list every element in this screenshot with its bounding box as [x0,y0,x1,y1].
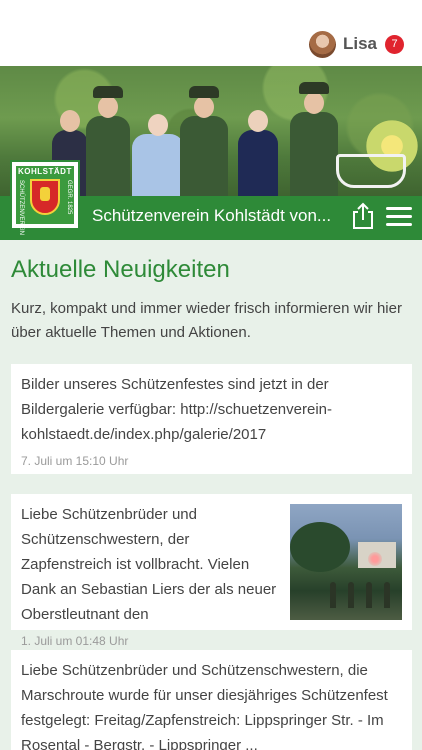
news-date: 1. Juli um 01:48 Uhr [21,634,129,648]
user-name[interactable]: Lisa [343,34,377,54]
news-card[interactable]: Liebe Schützenbrüder und Schützenschwest… [11,494,412,648]
share-button[interactable] [350,202,376,230]
intro-text: Kurz, kompakt und immer wieder frisch in… [11,300,402,341]
logo-side-left: SCHÜTZENVEREIN [18,180,24,236]
news-text: Liebe Schützenbrüder und Schützenschwest… [21,662,388,750]
news-date: 7. Juli um 15:10 Uhr [21,454,129,468]
notification-badge[interactable]: 7 [385,34,404,54]
news-card[interactable]: Bilder unseres Schützenfestes sind jetzt… [11,364,412,474]
news-card[interactable]: Liebe Schützenbrüder und Schützenschwest… [11,650,412,750]
user-profile[interactable]: Lisa 7 [308,29,404,59]
news-text: Bilder unseres Schützenfestes sind jetzt… [21,376,333,443]
hamburger-menu-icon [386,207,412,210]
site-title[interactable]: Schützenverein Kohlstädt von... [92,206,340,226]
coat-of-arms-icon [30,179,60,215]
page-title: Aktuelle Neuigkeiten [11,256,230,283]
logo-text: KOHLSTÄDT [18,167,72,176]
menu-button[interactable] [386,207,412,227]
news-thumbnail[interactable] [290,504,402,620]
share-icon [353,202,373,229]
logo-side-right: GEGR. 1825 [66,180,72,215]
avatar[interactable] [308,30,336,58]
news-text: Liebe Schützenbrüder und Schützenschwest… [21,506,277,623]
club-logo[interactable]: KOHLSTÄDT SCHÜTZENVEREIN GEGR. 1825 [10,160,80,235]
user-bar: Lisa 7 [0,0,422,66]
